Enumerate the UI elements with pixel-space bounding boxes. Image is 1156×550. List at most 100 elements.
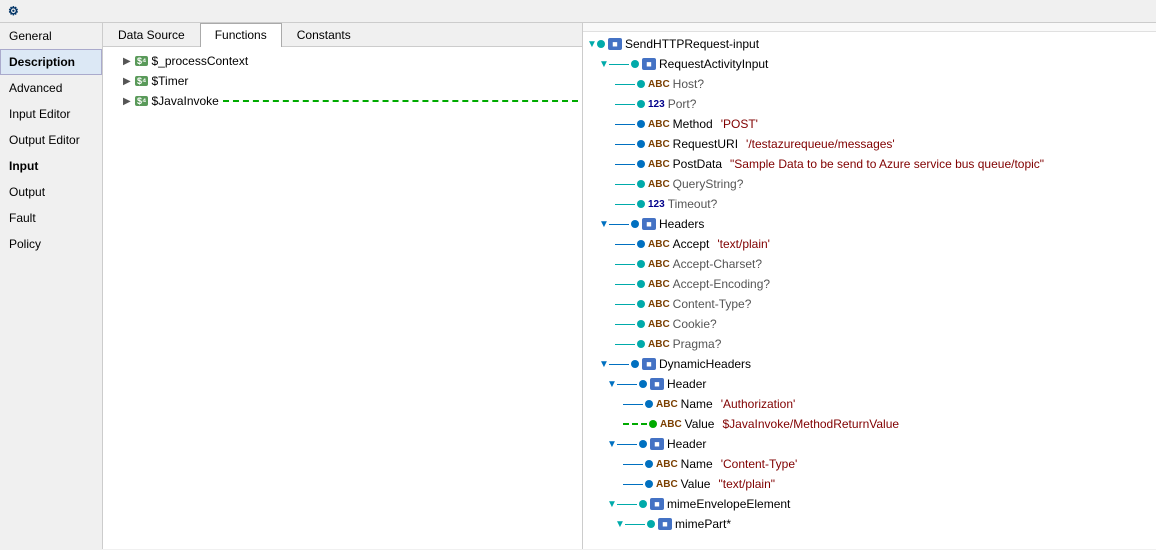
folder-icon: ■ [608,38,622,50]
xpath-row-accept-charset[interactable]: ABCAccept-Charset? [583,254,1156,274]
abc-icon: ABC [656,479,678,490]
xpath-row-mime-part[interactable]: ▼■mimePart* [583,514,1156,534]
node-name: Port? [668,97,697,111]
xpath-row-send-input[interactable]: ▼ ■SendHTTPRequest-input [583,34,1156,54]
xpath-row-host[interactable]: ABCHost? [583,74,1156,94]
node-name: Content-Type? [673,297,752,311]
sidebar-item-description[interactable]: Description [0,49,102,75]
sidebar-item-input[interactable]: Input [0,153,102,179]
xpath-row-dynamic-headers[interactable]: ▼ ■DynamicHeaders [583,354,1156,374]
xpath-row-port[interactable]: 123Port? [583,94,1156,114]
node-name: RequestURI [673,137,738,151]
node-value: 'Authorization' [721,397,796,411]
right-panel: ▼■SendHTTPRequest-input▼■RequestActivity… [583,23,1156,549]
num-icon: 123 [648,99,665,110]
folder-icon: ■ [642,358,656,370]
type-icon: $⁴ [135,96,148,106]
xpath-row-timeout[interactable]: 123Timeout? [583,194,1156,214]
xpath-row-header2[interactable]: ▼■Header [583,434,1156,454]
app-icon: ⚙ [8,4,19,18]
xpath-row-name1[interactable]: ABCName'Authorization' [583,394,1156,414]
tree-item-java-invoke[interactable]: ▶$⁴$JavaInvoke [103,91,582,111]
item-name: $_processContext [151,54,248,68]
xpath-row-method[interactable]: ABCMethod'POST' [583,114,1156,134]
tree-item-process-context[interactable]: ▶$⁴$_processContext [103,51,582,71]
node-name: Pragma? [673,337,722,351]
folder-icon: ■ [642,218,656,230]
xpath-row-accept-encoding[interactable]: ABCAccept-Encoding? [583,274,1156,294]
sidebar-item-fault[interactable]: Fault [0,205,102,231]
xpath-row-value1[interactable]: ABCValue$JavaInvoke/MethodReturnValue [583,414,1156,434]
abc-icon: ABC [648,339,670,350]
xpath-row-cookie[interactable]: ABCCookie? [583,314,1156,334]
node-name: DynamicHeaders [659,357,751,371]
folder-icon: ■ [650,498,664,510]
node-name: Name [681,397,713,411]
node-name: mimePart* [675,517,731,531]
xpath-row-query-string[interactable]: ABCQueryString? [583,174,1156,194]
xpath-row-pragma[interactable]: ABCPragma? [583,334,1156,354]
node-value: '/testazurequeue/messages' [746,137,895,151]
node-name: Timeout? [668,197,718,211]
xpath-row-request-activity[interactable]: ▼■RequestActivityInput [583,54,1156,74]
sidebar-item-output-editor[interactable]: Output Editor [0,127,102,153]
type-icon: $⁴ [135,76,148,86]
node-name: Cookie? [673,317,717,331]
source-tree[interactable]: ▶$⁴$_processContext▶$⁴$Timer▶$⁴$JavaInvo… [103,47,582,549]
tab-data-source[interactable]: Data Source [103,23,200,46]
xpath-row-value2[interactable]: ABCValue"text/plain" [583,474,1156,494]
node-name: PostData [673,157,722,171]
node-name: Value [685,417,715,431]
abc-icon: ABC [648,239,670,250]
sidebar-item-advanced[interactable]: Advanced [0,75,102,101]
sidebar-item-output[interactable]: Output [0,179,102,205]
sidebar-item-general[interactable]: General [0,23,102,49]
abc-icon: ABC [656,459,678,470]
xpath-row-header1[interactable]: ▼■Header [583,374,1156,394]
xpath-tree[interactable]: ▼■SendHTTPRequest-input▼■RequestActivity… [583,32,1156,549]
xpath-row-headers[interactable]: ▼■Headers [583,214,1156,234]
node-name: Header [667,377,706,391]
expand-icon[interactable]: ▶ [123,76,135,87]
sidebar: GeneralDescriptionAdvancedInput EditorOu… [0,23,103,549]
xpath-row-name2[interactable]: ABCName'Content-Type' [583,454,1156,474]
xpath-row-content-type[interactable]: ABCContent-Type? [583,294,1156,314]
tab-functions[interactable]: Functions [200,23,282,47]
tree-item-stimer[interactable]: ▶$⁴$Timer [103,71,582,91]
node-name: Header [667,437,706,451]
node-name: Host? [673,77,704,91]
node-name: mimeEnvelopeElement [667,497,790,511]
expand-arrow[interactable]: ▼ [599,359,609,370]
xpath-row-accept[interactable]: ABCAccept'text/plain' [583,234,1156,254]
num-icon: 123 [648,199,665,210]
expand-arrow[interactable]: ▼ [607,439,617,450]
tab-bar: Data SourceFunctionsConstants [103,23,582,47]
item-name: $Timer [151,74,188,88]
item-name: $JavaInvoke [151,94,218,108]
expand-arrow[interactable]: ▼ [607,379,617,390]
expand-arrow[interactable]: ▼ [599,219,609,230]
folder-icon: ■ [642,58,656,70]
sidebar-item-policy[interactable]: Policy [0,231,102,257]
xpath-row-mime-envelope[interactable]: ▼ ■mimeEnvelopeElement [583,494,1156,514]
node-name: SendHTTPRequest-input [625,37,759,51]
abc-icon: ABC [648,179,670,190]
sidebar-item-input-editor[interactable]: Input Editor [0,101,102,127]
abc-icon: ABC [648,79,670,90]
expand-arrow[interactable]: ▼ [587,39,597,50]
abc-icon: ABC [648,319,670,330]
expand-arrow[interactable]: ▼ [607,499,617,510]
expand-arrow[interactable]: ▼ [615,519,625,530]
node-name: Value [681,477,711,491]
expand-icon[interactable]: ▶ [123,96,135,107]
node-value: 'POST' [721,117,758,131]
xpath-row-post-data[interactable]: ABCPostData"Sample Data to be send to Az… [583,154,1156,174]
main-container: GeneralDescriptionAdvancedInput EditorOu… [0,23,1156,549]
tab-constants[interactable]: Constants [282,23,366,46]
dashed-connector [223,100,578,102]
expand-icon[interactable]: ▶ [123,56,135,67]
xpath-row-request-uri[interactable]: ABCRequestURI'/testazurequeue/messages' [583,134,1156,154]
abc-icon: ABC [648,299,670,310]
node-value: 'text/plain' [717,237,770,251]
expand-arrow[interactable]: ▼ [599,59,609,70]
